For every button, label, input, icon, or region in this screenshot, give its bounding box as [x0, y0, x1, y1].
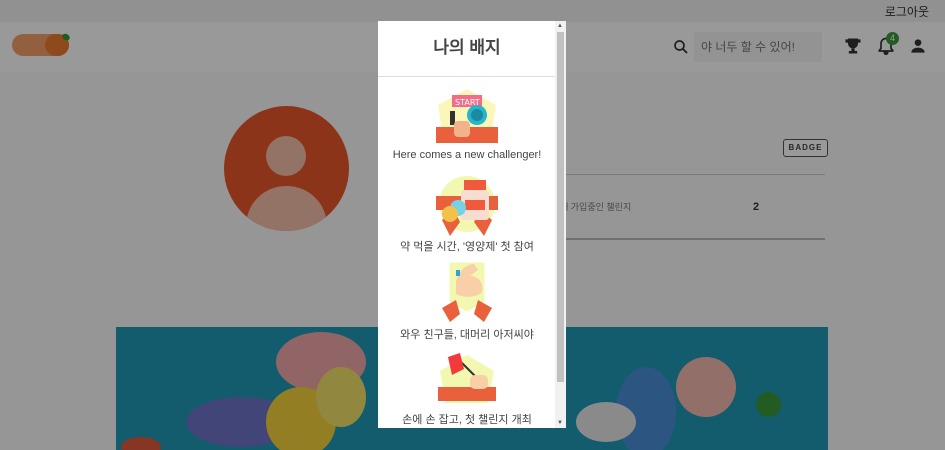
my-badges-dialog: 나의 배지 START Here comes a new challenger!…: [378, 21, 566, 428]
scroll-down-arrow-icon[interactable]: ▼: [557, 420, 563, 426]
badge-label: 와우 친구들, 대머리 아저씨야: [400, 329, 534, 341]
scroll-up-arrow-icon[interactable]: ▲: [557, 23, 563, 29]
flexed-arm-badge-icon: [442, 262, 492, 322]
badge-item: 와우 친구들, 대머리 아저씨야: [378, 262, 556, 342]
badge-label: Here comes a new challenger!: [392, 149, 542, 161]
scrollbar-thumb[interactable]: [557, 32, 564, 382]
badge-label: 손에 손 잡고, 첫 챌린지 개최: [402, 414, 532, 426]
badge-label: 약 먹을 시간, '영양제' 첫 참여: [400, 241, 534, 253]
badge-item: 손에 손 잡고, 첫 챌린지 개최: [378, 351, 556, 427]
start-flag-badge-icon: START: [436, 89, 498, 143]
supplement-bottle-badge-icon: [436, 176, 498, 236]
badge-item: START Here comes a new challenger!: [378, 87, 556, 161]
dialog-scrollbar[interactable]: ▲ ▼: [555, 21, 566, 428]
divider: [378, 76, 556, 77]
badge-item: 약 먹을 시간, '영양제' 첫 참여: [378, 174, 556, 254]
dialog-title: 나의 배지: [433, 38, 501, 57]
hand-flag-badge-icon: [438, 353, 496, 403]
